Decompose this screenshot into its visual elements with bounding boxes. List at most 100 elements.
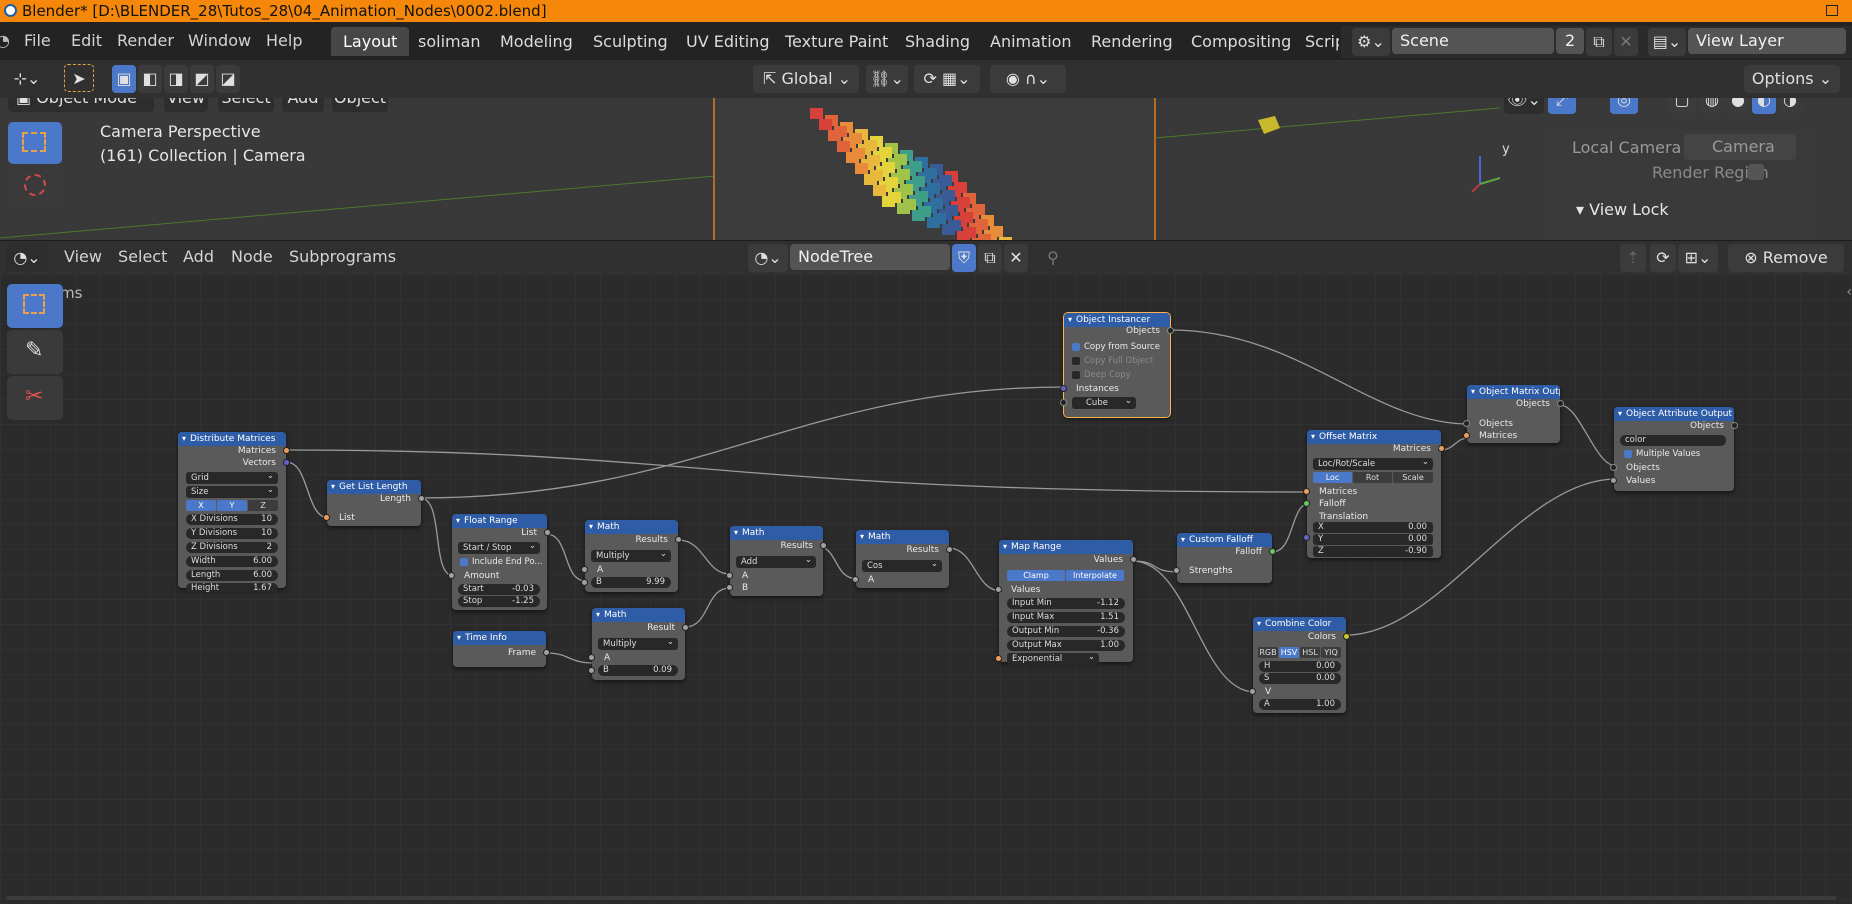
rendered-shading-icon[interactable]: ◑: [1778, 98, 1802, 114]
output-frame-socket[interactable]: [543, 649, 550, 656]
view-lock-header[interactable]: ▾ View Lock: [1576, 200, 1669, 219]
output-matrices-socket[interactable]: [1438, 445, 1445, 452]
tab-rendering[interactable]: Rendering: [1079, 27, 1185, 56]
input-curve-socket[interactable]: [995, 655, 1002, 662]
input-list-socket[interactable]: [323, 514, 330, 521]
visibility-icon[interactable]: 👁⌄: [1504, 98, 1544, 114]
copy-from-source-checkbox[interactable]: Copy from Source: [1072, 342, 1160, 353]
menu-edit[interactable]: Edit: [71, 31, 102, 50]
select-mode-intersect-icon[interactable]: ◪: [216, 65, 240, 93]
output-results-socket[interactable]: [946, 546, 953, 553]
output-results-socket[interactable]: [675, 536, 682, 543]
node-object-instancer[interactable]: Object Instancer Objects Copy from Sourc…: [1060, 312, 1174, 418]
node-tree-name-field[interactable]: NodeTree: [790, 244, 950, 270]
parent-tree-icon[interactable]: ⇡: [1620, 244, 1646, 272]
loc-toggle[interactable]: Loc: [1313, 472, 1352, 483]
duplicate-tree-icon[interactable]: ⧉: [978, 244, 1002, 272]
viewport-menu-object[interactable]: Object: [332, 98, 388, 112]
output-colors-socket[interactable]: [1343, 633, 1350, 640]
translation-z-field[interactable]: Z -0.90: [1313, 546, 1433, 557]
operation-dropdown[interactable]: Multiply: [598, 636, 678, 650]
axis-x-toggle[interactable]: X: [186, 500, 216, 511]
unlink-tree-icon[interactable]: ✕: [1004, 244, 1028, 272]
output-objects-socket[interactable]: [1167, 327, 1174, 334]
options-dropdown[interactable]: Options ⌄: [1744, 65, 1840, 93]
render-region-checkbox[interactable]: [1748, 164, 1764, 180]
output-length-socket[interactable]: [418, 495, 425, 502]
tab-shading[interactable]: Shading: [893, 27, 982, 56]
node-distribute-matrices[interactable]: Distribute Matrices Matrices Vectors Gri…: [178, 432, 290, 594]
tab-animation[interactable]: Animation: [978, 27, 1084, 56]
y-divisions-field[interactable]: Y Divisions 10: [186, 528, 278, 539]
operation-dropdown[interactable]: Cos: [862, 558, 942, 572]
new-scene-icon[interactable]: ⧉: [1586, 28, 1612, 56]
hue-field[interactable]: H 0.00: [1259, 661, 1341, 672]
output-falloff-socket[interactable]: [1269, 548, 1276, 555]
node-object-attribute-output[interactable]: Object Attribute Output Objects color Mu…: [1610, 407, 1738, 491]
scale-toggle[interactable]: Scale: [1393, 472, 1433, 483]
interpolation-curve-dropdown[interactable]: Exponential: [1007, 651, 1099, 665]
output-matrices-socket[interactable]: [283, 447, 290, 454]
operation-dropdown[interactable]: Multiply: [591, 548, 671, 562]
translation-x-field[interactable]: X 0.00: [1313, 522, 1433, 533]
size-mode-dropdown[interactable]: Size: [186, 484, 278, 498]
alpha-field[interactable]: A 1.00: [1259, 699, 1341, 710]
output-results-socket[interactable]: [820, 542, 827, 549]
editor-type-icon[interactable]: ◔⌄: [6, 244, 48, 272]
horizontal-scrollbar[interactable]: [6, 896, 1836, 900]
cursor-tool[interactable]: [8, 166, 62, 208]
view-layer-field[interactable]: View Layer: [1688, 28, 1846, 54]
maximize-icon[interactable]: [1826, 5, 1838, 16]
node-math-multiply-1[interactable]: Math Results Multiply A B 9.99: [581, 520, 682, 592]
tab-modeling[interactable]: Modeling: [488, 27, 585, 56]
input-object-socket[interactable]: [1060, 399, 1067, 406]
scene-name-field[interactable]: Scene: [1392, 28, 1554, 54]
start-field[interactable]: Start -0.03: [458, 584, 540, 595]
x-divisions-field[interactable]: X Divisions 10: [186, 514, 278, 525]
input-matrices-socket[interactable]: [1303, 488, 1310, 495]
viewport-menu-select[interactable]: Select: [218, 98, 274, 112]
rot-toggle[interactable]: Rot: [1353, 472, 1392, 483]
blender-menu-icon[interactable]: ◔: [0, 31, 10, 50]
input-values-socket[interactable]: [995, 586, 1002, 593]
input-a-socket[interactable]: [588, 654, 595, 661]
snap-node-icon[interactable]: ⟳: [1650, 244, 1676, 272]
input-values-socket[interactable]: [1610, 477, 1617, 484]
overlay-icon[interactable]: ◎: [1610, 98, 1638, 114]
offset-mode-dropdown[interactable]: Loc/Rot/Scale: [1313, 456, 1433, 470]
pivot-point-icon[interactable]: ⛓⌄: [866, 65, 908, 93]
node-menu-subprograms[interactable]: Subprograms: [289, 247, 396, 266]
stop-field[interactable]: Stop -1.25: [458, 596, 540, 607]
include-end-checkbox[interactable]: Include End Po...: [460, 557, 542, 568]
output-vectors-socket[interactable]: [283, 459, 290, 466]
view-layer-selector-icon[interactable]: ▤⌄: [1648, 28, 1686, 56]
height-field[interactable]: Height 1.67: [186, 583, 278, 594]
tab-uv-editing[interactable]: UV Editing: [674, 27, 781, 56]
input-max-field[interactable]: Input Max 1.51: [1007, 612, 1125, 623]
proportional-editing-icon[interactable]: ◉ ∩⌄: [990, 65, 1066, 93]
fake-user-icon[interactable]: ⛨: [952, 244, 976, 272]
input-a-socket[interactable]: [726, 572, 733, 579]
solid-shading-icon[interactable]: ●: [1726, 98, 1750, 114]
node-menu-select[interactable]: Select: [118, 247, 167, 266]
xray-icon[interactable]: ▢: [1668, 98, 1696, 114]
input-b-socket[interactable]: [588, 667, 595, 674]
source-object-field[interactable]: Cube: [1072, 395, 1136, 409]
mode-rgb-toggle[interactable]: RGB: [1258, 647, 1278, 658]
node-math-multiply-2[interactable]: Math Result Multiply A B 0.09: [588, 608, 689, 680]
tab-soliman[interactable]: soliman: [406, 27, 493, 56]
input-objects-socket[interactable]: [1463, 420, 1470, 427]
select-mode-subtract-icon[interactable]: ◨: [164, 65, 188, 93]
input-falloff-socket[interactable]: [1303, 500, 1310, 507]
attribute-name-field[interactable]: color: [1620, 435, 1726, 446]
mode-hsl-toggle[interactable]: HSL: [1300, 647, 1320, 658]
output-objects-socket[interactable]: [1731, 422, 1738, 429]
saturation-field[interactable]: S 0.00: [1259, 673, 1341, 684]
snapping-icon[interactable]: ⟳ ▦⌄: [914, 65, 980, 93]
scene-selector-icon[interactable]: ⚙⌄: [1352, 28, 1390, 56]
multiple-values-checkbox[interactable]: Multiple Values: [1624, 449, 1700, 460]
input-a-socket[interactable]: [581, 566, 588, 573]
delete-scene-icon[interactable]: ✕: [1614, 28, 1638, 56]
distribution-mode-dropdown[interactable]: Grid: [186, 470, 278, 484]
pin-icon[interactable]: ⚲: [1040, 244, 1066, 272]
